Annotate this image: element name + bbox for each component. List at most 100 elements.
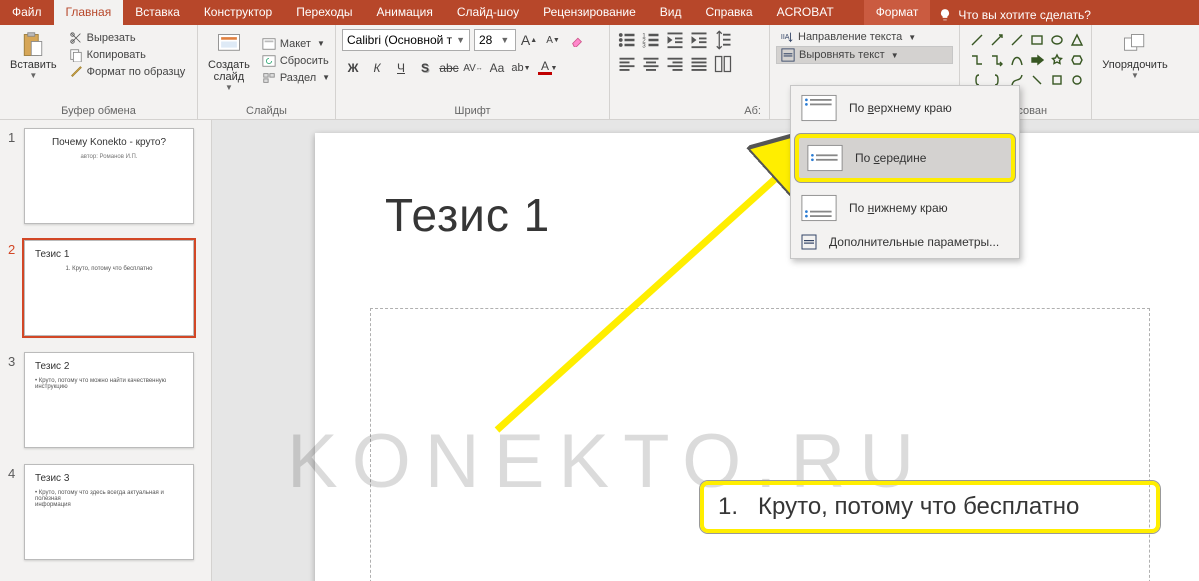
tab-view[interactable]: Вид [648,0,694,25]
align-right-button[interactable] [664,53,686,75]
thumb-number: 3 [8,352,24,369]
group-slides: Создать слайд ▼ Макет▼ Сбросить Раздел▼ … [198,25,336,119]
numbering-button[interactable]: 123 [640,29,662,51]
tab-format[interactable]: Формат [864,0,931,25]
bullets-icon [617,30,637,50]
slide-thumbnail-3[interactable]: Тезис 2 • Круто, потому что можно найти … [24,352,194,448]
paragraph-group-label: Аб: [616,103,763,119]
shape-elbow-arrow[interactable] [988,51,1006,69]
bullets-button[interactable] [616,29,638,51]
underline-button[interactable]: Ч [390,57,412,79]
tab-transitions[interactable]: Переходы [284,0,364,25]
slide-thumbnail-1[interactable]: Почему Konekto - круто? автор: Романов И… [24,128,194,224]
shape-triangle[interactable] [1068,31,1086,49]
tab-help[interactable]: Справка [693,0,764,25]
new-slide-button[interactable]: Создать слайд ▼ [204,29,254,92]
font-name-value: Calibri (Основной тек [343,33,452,47]
layout-button[interactable]: Макет▼ [258,36,334,52]
shape-line-arrow[interactable] [988,31,1006,49]
cut-button[interactable]: Вырезать [65,30,190,46]
tab-slideshow[interactable]: Слайд-шоу [445,0,531,25]
slide-thumbnail-2[interactable]: Тезис 1 1. Круто, потому что бесплатно [24,240,194,336]
ribbon-tabs: Файл Главная Вставка Конструктор Переход… [0,0,1199,25]
group-clipboard: Вставить ▼ Вырезать Копировать Формат по… [0,25,198,119]
align-bottom-item[interactable]: По нижнему краю [793,188,1017,228]
change-case-button[interactable]: Aa [486,57,508,79]
slide-title-text[interactable]: Тезис 1 [385,188,550,242]
line-spacing-button[interactable] [712,29,734,51]
font-name-combo[interactable]: Calibri (Основной тек ▼ [342,29,470,51]
format-painter-button[interactable]: Формат по образцу [65,64,190,80]
align-middle-item[interactable]: По середине [795,134,1015,182]
shapes-gallery[interactable] [966,29,1085,91]
shape-more2[interactable] [1068,71,1086,89]
highlighter-icon: ab [511,62,523,74]
section-button[interactable]: Раздел▼ [258,70,334,86]
cut-label: Вырезать [87,32,136,44]
shape-rect[interactable] [1028,31,1046,49]
tell-me-label: Что вы хотите сделать? [958,8,1091,22]
columns-button[interactable] [712,53,734,75]
tab-file[interactable]: Файл [0,0,54,25]
shrink-font-button[interactable]: A▼ [542,29,564,51]
clear-formatting-button[interactable] [566,29,588,51]
layout-label: Макет [280,38,311,50]
align-more-options-item[interactable]: Дополнительные параметры... [793,228,1017,256]
tab-home[interactable]: Главная [54,0,124,25]
increase-indent-button[interactable] [688,29,710,51]
reset-button[interactable]: Сбросить [258,53,334,69]
slide-content-placeholder[interactable] [370,308,1150,581]
italic-button[interactable]: К [366,57,388,79]
slide-thumbnails-panel[interactable]: 1 Почему Konekto - круто? автор: Романов… [0,120,212,581]
brush-icon [69,65,83,79]
shape-connector[interactable] [1028,71,1046,89]
new-slide-icon [215,31,243,59]
shape-line[interactable] [968,31,986,49]
current-slide[interactable]: Тезис 1 KONEKTO.RU 1. Круто, потому что … [315,133,1199,581]
highlight-color-button[interactable]: ab ▼ [510,57,532,79]
tab-design[interactable]: Конструктор [192,0,284,25]
char-spacing-button[interactable]: AV↔ [462,57,484,79]
group-arrange: Упорядочить ▼ [1092,25,1178,119]
tab-acrobat[interactable]: ACROBAT [765,0,846,25]
chevron-down-icon: ▼ [452,35,469,45]
arrange-button[interactable]: Упорядочить ▼ [1098,29,1172,80]
slide-thumbnail-4[interactable]: Тезис 3 • Круто, потому что здесь всегда… [24,464,194,560]
tell-me-search[interactable]: Что вы хотите сделать? [930,0,1199,25]
shape-star[interactable] [1048,51,1066,69]
text-direction-button[interactable]: IIA Направление текста▼ [776,29,953,45]
align-bottom-icon [801,194,837,222]
thumb-number: 2 [8,240,24,257]
tab-animations[interactable]: Анимация [365,0,445,25]
align-text-dropdown: По верхнему краю По середине По нижнему … [790,85,1020,259]
align-center-button[interactable] [640,53,662,75]
shape-curve[interactable] [1008,51,1026,69]
new-slide-label: Создать слайд [208,59,250,83]
copy-button[interactable]: Копировать [65,47,190,63]
shape-hexagon[interactable] [1068,51,1086,69]
shape-line-double[interactable] [1008,31,1026,49]
shape-more1[interactable] [1048,71,1066,89]
paste-button[interactable]: Вставить ▼ [6,29,61,80]
align-left-button[interactable] [616,53,638,75]
font-color-button[interactable]: A ▼ [534,57,556,79]
shape-arrow-right[interactable] [1028,51,1046,69]
thumb-number: 4 [8,464,24,481]
bold-button[interactable]: Ж [342,57,364,79]
tab-review[interactable]: Рецензирование [531,0,648,25]
format-painter-label: Формат по образцу [87,66,186,78]
outdent-icon [665,30,685,50]
copy-label: Копировать [87,49,146,61]
slide-canvas[interactable]: Тезис 1 KONEKTO.RU 1. Круто, потому что … [212,120,1199,581]
justify-button[interactable] [688,53,710,75]
strikethrough-button[interactable]: abc [438,57,460,79]
align-text-button[interactable]: Выровнять текст▼ [776,46,953,64]
shape-elbow[interactable] [968,51,986,69]
text-shadow-button[interactable]: S [414,57,436,79]
shape-oval[interactable] [1048,31,1066,49]
decrease-indent-button[interactable] [664,29,686,51]
grow-font-button[interactable]: A▲ [518,29,540,51]
align-top-item[interactable]: По верхнему краю [793,88,1017,128]
font-size-combo[interactable]: 28 ▼ [474,29,516,51]
tab-insert[interactable]: Вставка [123,0,192,25]
